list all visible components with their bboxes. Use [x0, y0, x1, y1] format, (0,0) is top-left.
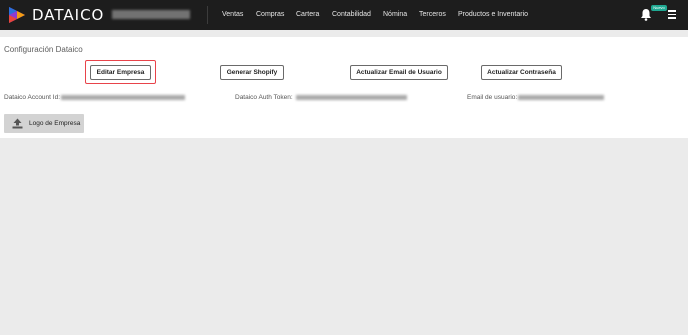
nav-item-ventas[interactable]: Ventas	[222, 10, 243, 19]
top-navbar: DATAICO Ventas Compras Cartera Contabili…	[0, 0, 688, 30]
auth-token-value-blurred	[296, 95, 407, 100]
account-id-value-blurred	[61, 95, 185, 100]
brand-name[interactable]: DATAICO	[32, 7, 104, 23]
nav-item-productos[interactable]: Productos e Inventario	[458, 10, 528, 19]
config-panel	[0, 37, 688, 138]
company-name-blurred	[112, 10, 190, 19]
upload-icon	[12, 118, 23, 129]
auth-token-label: Dataico Auth Token:	[235, 94, 293, 101]
email-label: Email de usuario:	[467, 94, 518, 101]
company-logo-button[interactable]: Logo de Empresa	[4, 114, 84, 133]
nav-item-contabilidad[interactable]: Contabilidad	[332, 10, 371, 19]
email-value-blurred	[518, 95, 604, 100]
page-title: Configuración Dataico	[4, 45, 83, 54]
navbar-divider	[207, 6, 208, 24]
nav-item-cartera[interactable]: Cartera	[296, 10, 319, 19]
update-password-button[interactable]: Actualizar Contraseña	[481, 65, 562, 80]
notification-badge: Nuevo	[651, 5, 667, 11]
company-logo-button-label: Logo de Empresa	[29, 120, 81, 127]
nav-item-nomina[interactable]: Nómina	[383, 10, 407, 19]
nav-item-compras[interactable]: Compras	[256, 10, 284, 19]
dataico-logo-icon[interactable]	[7, 5, 27, 25]
generate-shopify-button[interactable]: Generar Shopify	[220, 65, 284, 80]
hamburger-menu-icon[interactable]	[668, 10, 676, 19]
edit-company-button[interactable]: Editar Empresa	[90, 65, 151, 80]
nav-item-terceros[interactable]: Terceros	[419, 10, 446, 19]
bell-icon[interactable]	[640, 8, 652, 21]
account-id-label: Dataico Account Id:	[4, 94, 61, 101]
update-email-button[interactable]: Actualizar Email de Usuario	[350, 65, 448, 80]
